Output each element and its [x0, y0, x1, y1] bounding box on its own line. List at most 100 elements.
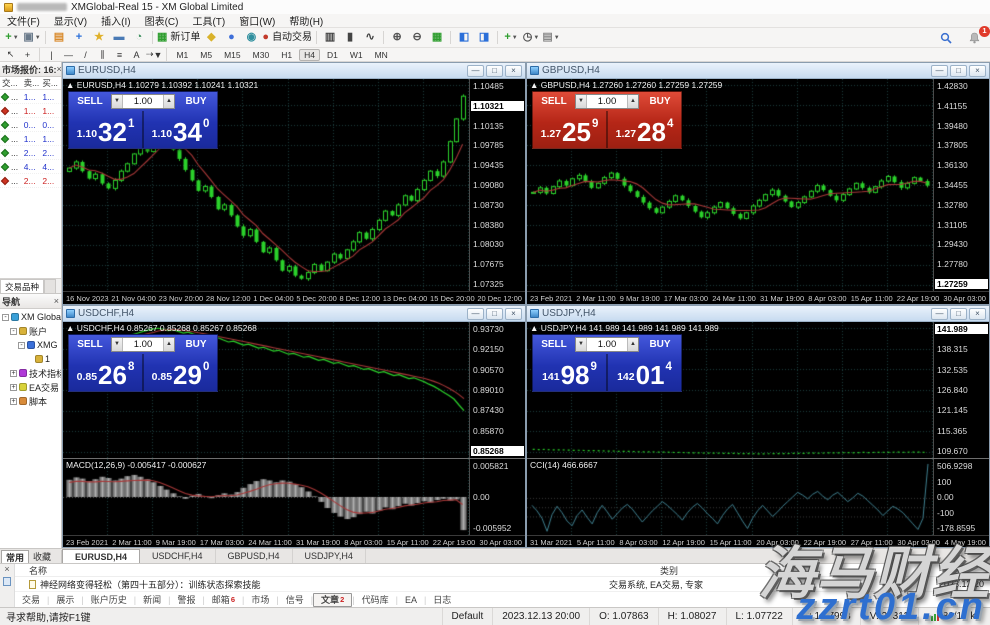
navigator-tree-item[interactable]: +脚本 — [0, 394, 61, 408]
menu-item[interactable]: 窗口(W) — [232, 13, 282, 28]
restore-button[interactable]: □ — [486, 308, 503, 320]
menu-item[interactable]: 显示(V) — [47, 13, 94, 28]
chart-plot-area[interactable]: ▲ USDCHF,H4 0.85267 0.85268 0.85267 0.85… — [63, 322, 469, 458]
restore-button[interactable]: □ — [486, 65, 503, 77]
column-name[interactable]: 名称 — [15, 564, 660, 577]
arrows-tool[interactable]: ⇢▼ — [146, 48, 162, 61]
buy-button[interactable]: BUY — [175, 339, 217, 350]
minimize-button[interactable]: — — [467, 308, 484, 320]
menu-item[interactable]: 文件(F) — [0, 13, 47, 28]
tree-toggle-icon[interactable]: - — [2, 314, 9, 321]
navigator-tree-item[interactable]: +EA交易 — [0, 380, 61, 394]
chart-plot-area[interactable]: ▲ GBPUSD,H4 1.27260 1.27260 1.27259 1.27… — [527, 79, 933, 291]
buy-button[interactable]: BUY — [639, 339, 681, 350]
sell-price[interactable]: 1.27259 — [533, 111, 606, 148]
chart-window-titlebar[interactable]: USDCHF,H4—□× — [63, 306, 525, 322]
sell-price[interactable]: 1.10321 — [69, 111, 142, 148]
vertical-line-tool[interactable]: | — [44, 48, 59, 61]
buy-price[interactable]: 1.27284 — [606, 111, 681, 148]
market-watch-column[interactable]: 买... — [42, 77, 61, 89]
tree-toggle-icon[interactable]: + — [10, 398, 17, 405]
market-watch-column[interactable]: 卖... — [24, 77, 43, 89]
trendline-tool[interactable]: / — [78, 48, 93, 61]
close-button[interactable]: × — [969, 308, 986, 320]
search-icon[interactable] — [937, 30, 955, 47]
volume-stepper[interactable]: ▼1.00▲ — [111, 337, 175, 352]
sell-price[interactable]: 141989 — [533, 354, 606, 391]
terminal-tab-2[interactable]: 展示 — [49, 593, 81, 607]
autotrading-icon[interactable]: ●自动交易 — [262, 29, 312, 46]
tree-toggle-icon[interactable]: + — [10, 370, 17, 377]
sell-price[interactable]: 0.85268 — [69, 354, 142, 391]
restore-button[interactable]: □ — [950, 308, 967, 320]
metaeditor-icon[interactable]: ◆ — [202, 29, 220, 46]
navigator-tree-item[interactable]: -XM Global — [0, 310, 61, 324]
terminal-tab-8[interactable]: 信号 — [279, 593, 311, 607]
market-watch-row[interactable]: ...1...1... — [0, 90, 61, 104]
line-chart-icon[interactable]: ∿ — [361, 29, 379, 46]
restore-button[interactable]: □ — [950, 65, 967, 77]
menu-item[interactable]: 工具(T) — [185, 13, 232, 28]
timeframe-m30[interactable]: M30 — [248, 49, 275, 61]
volume-stepper[interactable]: ▼1.00▲ — [111, 94, 175, 109]
navigator-close-icon[interactable]: × — [54, 296, 59, 306]
terminal-tab-11[interactable]: EA — [398, 593, 424, 607]
horizontal-line-tool[interactable]: — — [61, 48, 76, 61]
tile-windows-icon[interactable]: ▦ — [428, 29, 446, 46]
market-watch-row[interactable]: ...2...2... — [0, 174, 61, 188]
terminal-tab-3[interactable]: 账户历史 — [84, 593, 134, 607]
equidistant-channel-tool[interactable]: ∥ — [95, 48, 110, 61]
text-tool[interactable]: A — [129, 48, 144, 61]
terminal-tab-6[interactable]: 邮箱6 — [205, 593, 242, 607]
terminal-tab-5[interactable]: 警报 — [170, 593, 202, 607]
navigator-icon[interactable]: ★ — [90, 29, 108, 46]
timeframe-m15[interactable]: M15 — [219, 49, 246, 61]
timeframe-m5[interactable]: M5 — [195, 49, 217, 61]
tree-toggle-icon[interactable]: + — [10, 384, 17, 391]
market-watch-row[interactable]: ...1...1... — [0, 132, 61, 146]
volume-stepper[interactable]: ▼1.00▲ — [575, 94, 639, 109]
timeframe-h1[interactable]: H1 — [276, 49, 297, 61]
crosshair-tool[interactable]: + — [20, 48, 35, 61]
sell-button[interactable]: SELL — [69, 339, 111, 350]
market-watch-tab-symbols[interactable]: 交易品种 — [0, 279, 44, 293]
timeframe-d1[interactable]: D1 — [322, 49, 343, 61]
window-titlebar[interactable]: XMGlobal-Real 15 - XM Global Limited — [0, 0, 990, 14]
terminal-tab-4[interactable]: 新闻 — [136, 593, 168, 607]
navigator-tree-item[interactable]: +技术指标 — [0, 366, 61, 380]
menu-item[interactable]: 图表(C) — [138, 13, 186, 28]
new-order-icon[interactable]: ▦新订单 — [157, 29, 200, 46]
chart-tab-usdchf-h4[interactable]: USDCHF,H4 — [140, 549, 216, 563]
chart-plot-area[interactable]: ▲ EURUSD,H4 1.10279 1.10392 1.10241 1.10… — [63, 79, 469, 291]
market-watch-icon[interactable]: ▤ — [50, 29, 68, 46]
volume-up-icon[interactable]: ▲ — [627, 338, 638, 351]
terminal-tab-12[interactable]: 日志 — [426, 593, 458, 607]
column-category[interactable]: 类别 — [660, 564, 990, 577]
new-chart-icon[interactable]: +▼ — [3, 29, 21, 46]
buy-price[interactable]: 1.10340 — [142, 111, 217, 148]
chart-window-titlebar[interactable]: GBPUSD,H4—□× — [527, 63, 989, 79]
close-button[interactable]: × — [505, 308, 522, 320]
market-watch-row[interactable]: ...1...1... — [0, 104, 61, 118]
terminal-icon[interactable]: ▬ — [110, 29, 128, 46]
strategy-tester-icon[interactable]: ◔ — [130, 29, 148, 46]
sell-button[interactable]: SELL — [533, 96, 575, 107]
tree-toggle-icon[interactable]: - — [10, 328, 17, 335]
close-button[interactable]: × — [969, 65, 986, 77]
indicators-icon[interactable]: +▼ — [502, 29, 520, 46]
volume-up-icon[interactable]: ▲ — [627, 95, 638, 108]
volume-stepper[interactable]: ▼1.00▲ — [575, 337, 639, 352]
terminal-tab-1[interactable]: 交易 — [15, 593, 47, 607]
chart-tab-eurusd-h4[interactable]: EURUSD,H4 — [62, 549, 140, 563]
menu-item[interactable]: 插入(I) — [94, 13, 137, 28]
community-icon[interactable]: ◉ — [242, 29, 260, 46]
periods-icon[interactable]: ◷▼ — [522, 29, 540, 46]
tree-toggle-icon[interactable]: - — [18, 342, 25, 349]
volume-up-icon[interactable]: ▲ — [163, 338, 174, 351]
close-button[interactable]: × — [505, 65, 522, 77]
minimize-button[interactable]: — — [467, 65, 484, 77]
terminal-tab-7[interactable]: 市场 — [244, 593, 276, 607]
sell-button[interactable]: SELL — [533, 339, 575, 350]
terminal-tab-9[interactable]: 文章2 — [313, 593, 352, 607]
sell-button[interactable]: SELL — [69, 96, 111, 107]
